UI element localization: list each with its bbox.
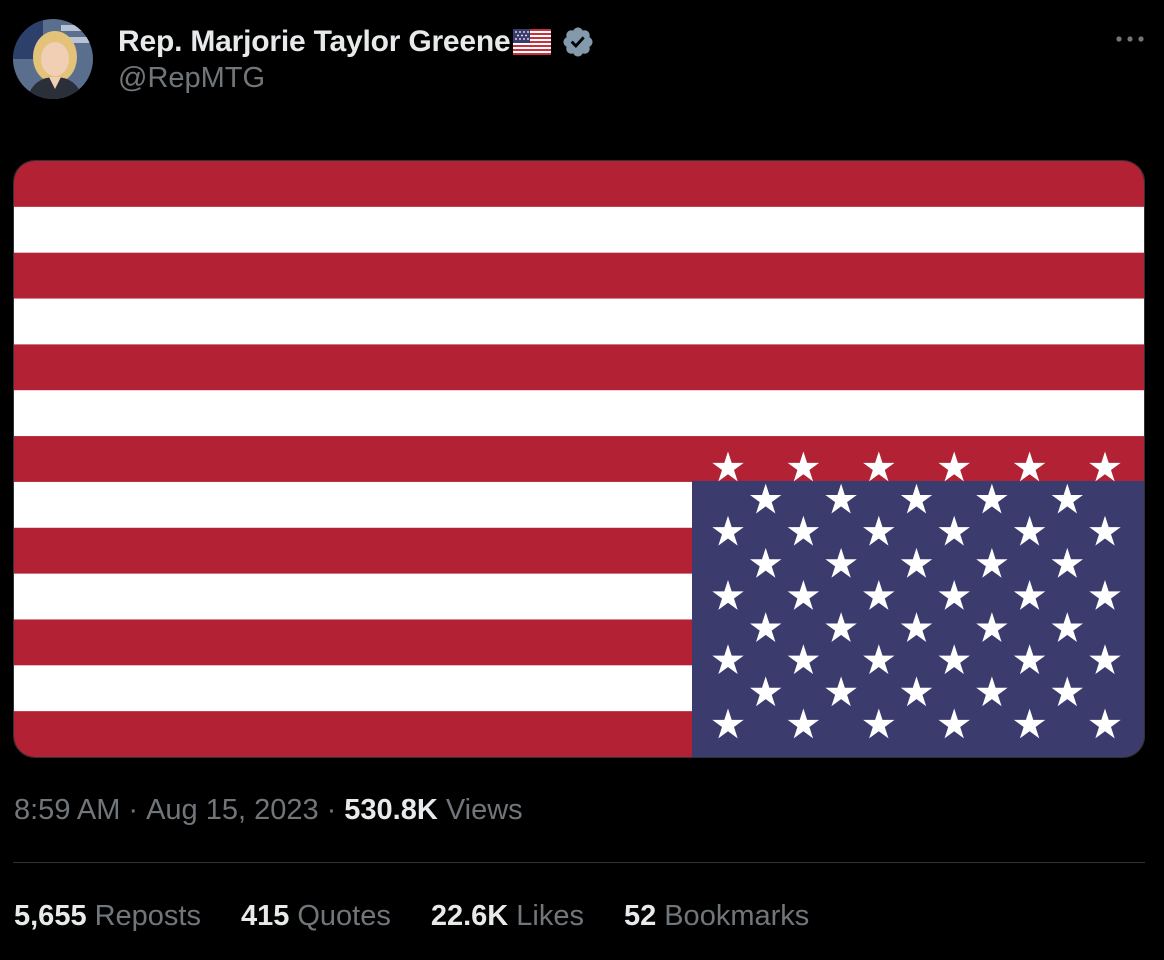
quotes-stat[interactable]: 415 Quotes bbox=[241, 900, 391, 933]
reposts-stat[interactable]: 5,655 Reposts bbox=[14, 900, 201, 933]
likes-stat[interactable]: 22.6K Likes bbox=[431, 900, 584, 933]
views-label[interactable]: Views bbox=[446, 794, 523, 827]
us-flag-emoji-icon bbox=[512, 29, 551, 55]
meta-separator: · bbox=[128, 793, 139, 826]
tweet-date[interactable]: Aug 15, 2023 bbox=[146, 794, 319, 827]
flag-stripe bbox=[14, 206, 1144, 254]
tweet-time[interactable]: 8:59 AM bbox=[14, 794, 120, 827]
quotes-label: Quotes bbox=[297, 899, 391, 932]
flag-stripe bbox=[14, 390, 1144, 437]
tweet-meta: 8:59 AM · Aug 15, 2023 · 530.8K Views bbox=[14, 790, 523, 830]
upside-down-american-flag-image bbox=[14, 161, 1144, 757]
flag-stripe bbox=[14, 436, 1144, 483]
meta-separator: · bbox=[326, 793, 337, 826]
flag-stripe bbox=[14, 298, 1144, 345]
avatar[interactable] bbox=[13, 19, 93, 99]
verified-badge-icon[interactable] bbox=[561, 25, 595, 59]
bookmarks-stat[interactable]: 52 Bookmarks bbox=[624, 900, 809, 933]
bookmarks-label: Bookmarks bbox=[664, 899, 810, 932]
flag-stripe bbox=[14, 344, 1144, 391]
reposts-count: 5,655 bbox=[14, 899, 87, 932]
tweet-media-image[interactable] bbox=[13, 160, 1145, 758]
reposts-label: Reposts bbox=[94, 899, 201, 932]
flag-stripe bbox=[14, 161, 1144, 208]
views-count[interactable]: 530.8K bbox=[344, 794, 438, 827]
likes-label: Likes bbox=[516, 899, 584, 932]
author-name-row[interactable]: Rep. Marjorie Taylor Greene bbox=[118, 22, 595, 62]
avatar-image bbox=[13, 19, 93, 99]
more-options-button[interactable] bbox=[1110, 22, 1150, 56]
display-name[interactable]: Rep. Marjorie Taylor Greene bbox=[118, 25, 511, 59]
tweet-stats: 5,655 Reposts 415 Quotes 22.6K Likes 52 Book… bbox=[14, 896, 809, 936]
author-handle[interactable]: @RepMTG bbox=[118, 62, 265, 95]
flag-stripe bbox=[14, 252, 1144, 300]
bookmarks-count: 52 bbox=[623, 899, 657, 932]
quotes-count: 415 bbox=[240, 899, 290, 932]
more-horizontal-icon bbox=[1116, 36, 1144, 42]
divider bbox=[13, 862, 1145, 863]
likes-count: 22.6K bbox=[430, 899, 509, 932]
